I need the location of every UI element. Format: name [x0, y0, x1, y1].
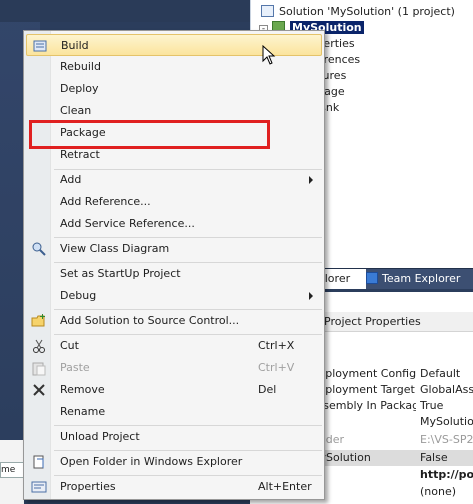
menu-item-unload-project[interactable]: Unload Project [26, 426, 322, 448]
submenu-arrow-icon [309, 176, 313, 184]
team-explorer-icon [366, 272, 378, 284]
menu-label: Add [60, 173, 82, 186]
property-value: Default [420, 367, 461, 380]
menu-label: Rename [60, 405, 106, 418]
submenu-arrow-icon [309, 292, 313, 300]
menu-item-add-service-reference[interactable]: Add Service Reference... [26, 213, 322, 235]
menu-label: Deploy [60, 82, 99, 95]
menu-label: Add Reference... [60, 195, 151, 208]
menu-item-cut[interactable]: Cut Ctrl+X [26, 335, 322, 357]
close-icon [33, 384, 45, 396]
class-diagram-icon [32, 242, 46, 256]
properties-header-label: Project Properties [324, 315, 421, 328]
menu-label: Unload Project [60, 430, 140, 443]
property-name: Folder [310, 433, 344, 446]
menu-label: Open Folder in Windows Explorer [60, 455, 243, 468]
property-value: (none) [420, 485, 457, 498]
package-highlight-box [29, 120, 270, 149]
menu-item-add-to-source-control[interactable]: Add Solution to Source Control... [26, 310, 322, 332]
menu-label: Debug [60, 289, 97, 302]
menu-item-add[interactable]: Add [26, 169, 322, 191]
menu-shortcut: Ctrl+V [258, 361, 295, 374]
menu-item-remove[interactable]: Remove Del [26, 379, 322, 401]
open-folder-icon [33, 455, 44, 469]
menu-item-rebuild[interactable]: Rebuild [26, 56, 322, 78]
menu-item-deploy[interactable]: Deploy [26, 78, 322, 100]
property-name: MySolution [310, 451, 371, 464]
menu-label: Properties [60, 480, 116, 493]
menu-item-view-class-diagram[interactable]: View Class Diagram [26, 238, 322, 260]
bottom-left-text: me [1, 465, 16, 475]
menu-label: Set as StartUp Project [60, 267, 181, 280]
solution-label: Solution 'MySolution' (1 project) [279, 5, 455, 18]
menu-label: Cut [60, 339, 79, 352]
menu-item-open-folder[interactable]: Open Folder in Windows Explorer [26, 451, 322, 473]
project-context-menu: Build Rebuild Deploy Clean Package Retra… [23, 30, 325, 500]
solution-icon [261, 5, 274, 17]
properties-icon [31, 481, 47, 493]
property-value: False [420, 451, 448, 464]
menu-label: Build [61, 39, 89, 52]
menu-label: Clean [60, 104, 92, 117]
bottom-left-field[interactable]: me [0, 462, 24, 478]
property-name: Assembly In Package [310, 399, 416, 412]
tab-team-explorer[interactable]: Team Explorer [360, 269, 466, 289]
tree-solution-node[interactable]: Solution 'MySolution' (1 project) [261, 4, 455, 20]
menu-item-build[interactable]: Build [26, 34, 322, 56]
menu-item-set-startup-project[interactable]: Set as StartUp Project [26, 263, 322, 285]
menu-item-properties[interactable]: Properties Alt+Enter [26, 476, 322, 498]
property-value: E:\VS-SP2010 [420, 433, 473, 446]
menu-label: Add Service Reference... [60, 217, 195, 230]
menu-item-debug[interactable]: Debug [26, 285, 322, 307]
tab-label: Team Explorer [382, 272, 461, 285]
folder-add-icon [31, 314, 45, 327]
property-value: http://po [420, 468, 473, 481]
menu-item-clean[interactable]: Clean [26, 100, 322, 122]
menu-item-add-reference[interactable]: Add Reference... [26, 191, 322, 213]
menu-shortcut: Ctrl+X [258, 339, 295, 352]
build-icon [33, 40, 47, 52]
property-value: True [420, 399, 444, 412]
menu-label: Paste [60, 361, 90, 374]
paste-icon [32, 362, 46, 376]
property-value: MySolution [420, 415, 473, 428]
menu-label: View Class Diagram [60, 242, 170, 255]
menu-item-rename[interactable]: Rename [26, 401, 322, 423]
menu-item-paste[interactable]: Paste Ctrl+V [26, 357, 322, 379]
menu-shortcut: Del [258, 383, 277, 396]
menu-shortcut: Alt+Enter [258, 480, 312, 493]
menu-label: Rebuild [60, 60, 101, 73]
menu-label: Add Solution to Source Control... [60, 314, 240, 327]
scissors-icon [33, 339, 45, 353]
mouse-pointer-icon [262, 45, 276, 65]
property-name: Deployment Target [310, 383, 415, 396]
menu-label: Remove [60, 383, 105, 396]
property-name: Deployment Configuration [310, 367, 416, 380]
property-value: GlobalAssemblyCache [420, 383, 473, 396]
